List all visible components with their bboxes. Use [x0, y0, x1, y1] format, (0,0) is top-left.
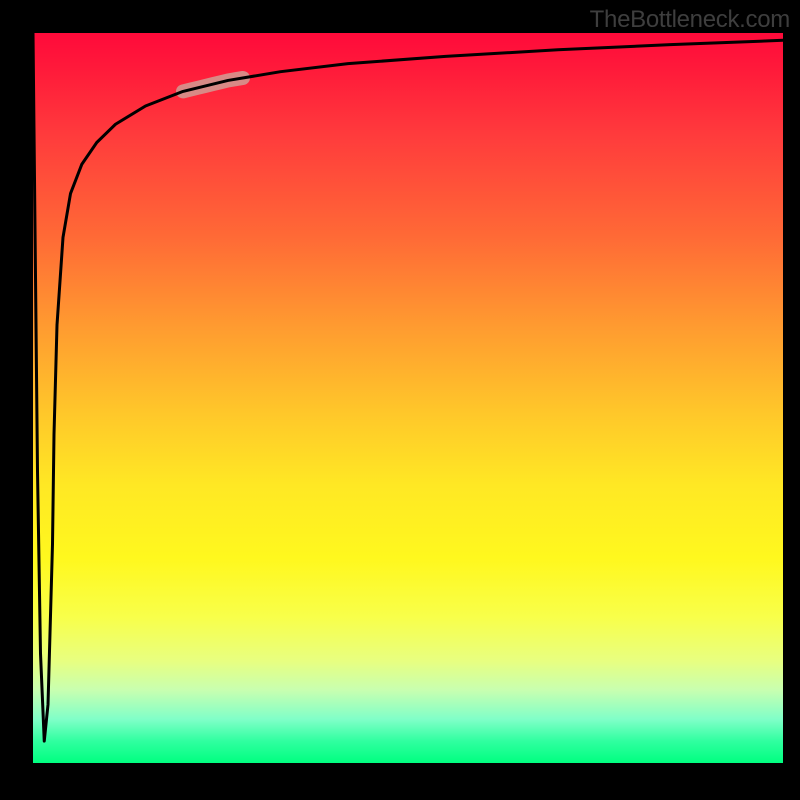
chart-gradient-background [33, 33, 783, 763]
watermark-label: TheBottleneck.com [590, 6, 790, 34]
